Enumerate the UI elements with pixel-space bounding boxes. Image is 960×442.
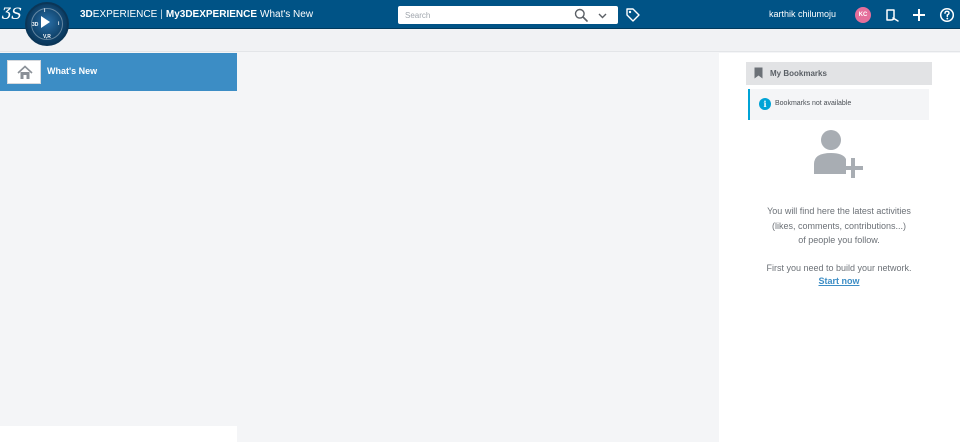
search-input[interactable]: [398, 6, 568, 24]
brand-my3dexperience: My3DEXPERIENCE: [165, 9, 258, 20]
left-panel: What's New: [0, 53, 237, 442]
avatar[interactable]: KC: [855, 7, 871, 23]
bookmarks-info-message: i Bookmarks not available: [748, 89, 929, 120]
top-bar: ƷS 3DEXPERIENCE | My3DEXPERIENCE What's New…: [0, 0, 960, 29]
share-icon[interactable]: [884, 7, 900, 23]
network-message: First you need to build your network.: [766, 263, 912, 273]
home-icon: [17, 65, 33, 79]
search-box[interactable]: [398, 6, 618, 24]
app-title: What's New: [260, 9, 314, 20]
start-now-link[interactable]: Start now: [789, 276, 889, 286]
info-icon: i: [759, 98, 771, 110]
activity-line: of people you follow.: [798, 235, 880, 245]
bookmarks-header[interactable]: My Bookmarks: [746, 62, 932, 85]
left-panel-footer: [0, 426, 237, 442]
chevron-down-icon[interactable]: [597, 10, 608, 21]
ds-logo-icon[interactable]: ƷS: [2, 3, 24, 25]
compass-icon[interactable]: 3D V,R i i: [25, 2, 69, 46]
main-content: [237, 53, 719, 442]
brand-experience: EXPERIENCE: [92, 9, 158, 20]
brand-title: 3DEXPERIENCE | My3DEXPERIENCE What's New: [80, 8, 313, 21]
activity-message: You will find here the latest activities…: [739, 204, 939, 248]
brand-3d: 3D: [80, 9, 93, 20]
sub-bar: [0, 29, 960, 52]
compass-label-i: i: [58, 21, 60, 27]
help-icon[interactable]: [939, 7, 955, 23]
bookmarks-title: My Bookmarks: [770, 69, 827, 78]
user-name[interactable]: karthik chilumoju: [769, 9, 836, 19]
tag-icon[interactable]: [625, 7, 641, 23]
nav-item-label: What's New: [47, 66, 98, 76]
play-icon: [41, 16, 50, 28]
add-person-icon: [814, 130, 863, 178]
add-icon[interactable]: [911, 7, 927, 23]
compass-label-3d: 3D: [32, 22, 39, 28]
search-icon[interactable]: [574, 8, 588, 22]
home-button[interactable]: [7, 60, 41, 84]
brand-separator: |: [160, 9, 163, 20]
bookmark-icon: [754, 67, 763, 79]
activity-line: (likes, comments, contributions...): [771, 220, 907, 231]
activity-line: You will find here the latest activities: [767, 206, 911, 216]
bookmarks-info-text: Bookmarks not available: [775, 100, 852, 107]
nav-item-whats-new[interactable]: What's New: [0, 53, 237, 91]
right-panel: My Bookmarks i Bookmarks not available Y…: [719, 53, 960, 442]
compass-label-vr: V,R: [43, 34, 51, 40]
compass-label-top: i: [44, 8, 46, 14]
